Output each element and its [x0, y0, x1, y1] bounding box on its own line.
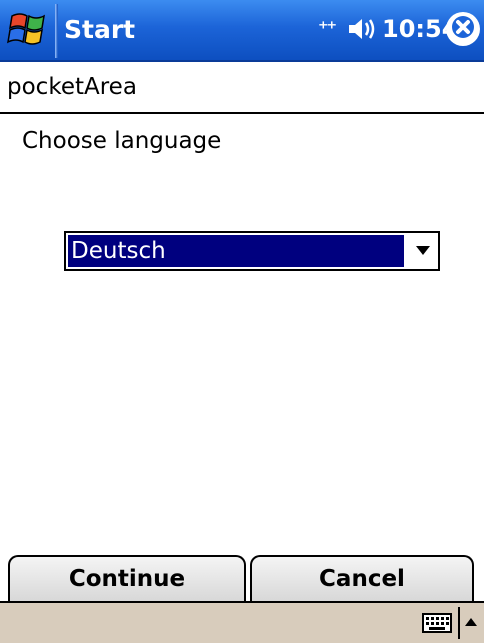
title-bar: Start ⁺⁺ 10:54 — [0, 0, 484, 62]
start-menu-label[interactable]: Start — [64, 15, 135, 44]
language-select-value[interactable]: Deutsch — [68, 235, 404, 267]
cancel-button[interactable]: Cancel — [250, 555, 474, 601]
softkey-bar: Continue Cancel — [0, 555, 484, 601]
language-select[interactable]: Deutsch — [64, 231, 440, 271]
close-button[interactable] — [446, 12, 480, 46]
connectivity-icon[interactable]: ⁺⁺ — [318, 16, 337, 40]
choose-language-label: Choose language — [22, 128, 222, 154]
windows-flag-icon[interactable] — [6, 8, 52, 52]
app-title: pocketArea — [7, 74, 137, 100]
close-icon — [452, 16, 474, 42]
keyboard-icon[interactable] — [422, 613, 452, 637]
input-menu-arrow-icon[interactable] — [465, 618, 477, 626]
volume-icon[interactable] — [347, 16, 377, 46]
chevron-down-icon[interactable] — [416, 246, 430, 255]
continue-button[interactable]: Continue — [8, 555, 246, 601]
input-divider — [458, 607, 460, 639]
title-divider — [55, 4, 58, 58]
app-title-bar: pocketArea — [0, 62, 484, 114]
input-panel-bar — [0, 601, 484, 643]
